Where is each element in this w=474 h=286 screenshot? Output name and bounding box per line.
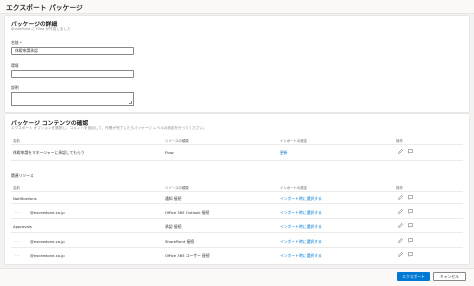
related-row-import-link[interactable]: インポート時に選択する [280,196,322,202]
edit-pencil-icon[interactable] [398,209,403,214]
related-resources-label: 関連リソース [11,173,34,178]
related-row-name: @exceedone.co.jp [30,239,65,244]
top-bar: エクスポート パッケージ [0,0,474,14]
page-title: エクスポート パッケージ [6,4,83,12]
related-row-import-link[interactable]: インポート時に選択する [280,239,322,245]
description-label: 説明 [11,85,19,90]
related-col-header-import[interactable]: インポートの設定 [280,185,307,190]
related-row-name: @exceedone.co.jp [30,210,65,215]
divider [11,191,463,192]
col-header-type[interactable]: リソースの種類 [165,138,189,143]
comment-icon[interactable] [408,223,413,228]
related-row-import-link[interactable]: インポート時に選択する [280,253,322,259]
related-row-import-link[interactable]: インポート時に選択する [280,210,322,216]
edit-pencil-icon[interactable] [398,252,403,257]
divider [11,232,463,233]
comment-icon[interactable] [408,195,413,200]
comment-icon[interactable] [408,238,413,243]
related-row-name: Approvals [13,224,32,229]
related-row-name: Notifications [13,196,37,201]
details-subheading: SharePoint に Flow が作成しました [11,27,71,31]
related-col-header-name[interactable]: 名前 [13,185,20,190]
cancel-button[interactable]: キャンセル [433,272,466,281]
indent-dash: – – [15,210,20,214]
related-col-header-actions: 操作 [396,186,403,190]
related-row-name: @exceedone.co.jp [30,253,65,258]
divider [11,144,463,145]
main-resource-name: 休暇申請をマネージャーに承認してもらう [13,150,85,155]
divider [11,247,463,248]
comment-icon[interactable] [408,252,413,257]
col-header-import[interactable]: インポートの設定 [280,138,307,143]
divider [11,160,463,161]
export-button[interactable]: エクスポート [397,272,430,281]
main-resource-type: Flow [165,150,174,155]
related-row-type: Office 365 ユーザー 接続 [165,253,210,258]
required-marker: * [19,40,22,45]
comment-icon[interactable] [408,209,413,214]
indent-dash: – – [15,253,20,257]
divider [11,203,463,204]
related-col-header-type[interactable]: リソースの種類 [165,185,189,190]
related-row-import-link[interactable]: インポート時に選択する [280,224,322,230]
indent-dash: – – [15,239,20,243]
edit-pencil-icon[interactable] [398,149,403,154]
environment-label: 環境 [11,63,19,68]
edit-pencil-icon[interactable] [398,223,403,228]
main-resource-import-link[interactable]: 更新 [280,150,288,156]
related-row-type: 通知 接続 [165,196,182,201]
col-header-actions: 操作 [396,139,403,143]
divider [11,218,463,219]
edit-pencil-icon[interactable] [398,195,403,200]
environment-input[interactable] [11,70,134,78]
col-header-name[interactable]: 名前 [13,138,20,143]
related-row-type: 承認 接続 [165,224,182,229]
edit-pencil-icon[interactable] [398,238,403,243]
name-input[interactable] [11,47,134,55]
related-row-type: Office 365 Outlook 接続 [165,210,210,215]
resize-grip-icon[interactable] [129,101,132,104]
comment-icon[interactable] [408,149,413,154]
name-label: 名前 * [11,40,22,45]
contents-subheading: エクスポート オプションを選択し、コメントを追加して、作業が完了したらパッケージ… [11,126,207,130]
related-row-type: SharePoint 接続 [165,239,195,244]
description-textarea[interactable] [11,92,134,106]
